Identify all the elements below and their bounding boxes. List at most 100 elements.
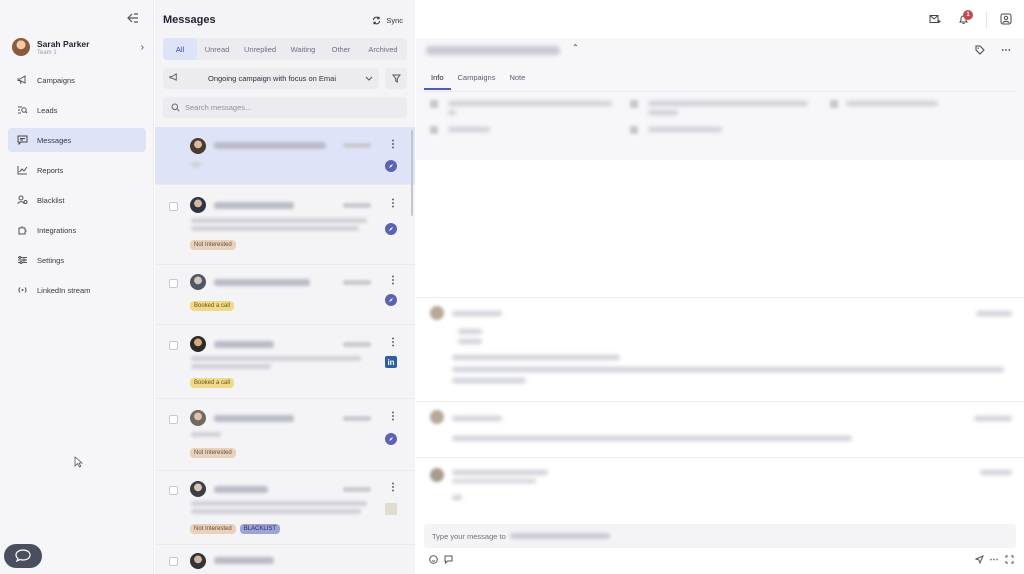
more-vertical-icon[interactable]: ⋮	[388, 139, 398, 150]
sender-name-redacted	[452, 470, 548, 475]
search-box	[163, 97, 407, 118]
emoji-icon[interactable]	[428, 554, 438, 564]
filter-all[interactable]: All	[163, 38, 197, 60]
divider	[986, 12, 987, 28]
compass-icon	[385, 160, 397, 172]
sender-email-redacted	[452, 479, 536, 483]
message-preview-redacted	[191, 364, 271, 369]
user-account-icon[interactable]	[999, 12, 1013, 26]
message-date-redacted	[343, 280, 371, 285]
sidebar-item-settings[interactable]: Settings	[8, 248, 146, 272]
avatar	[12, 38, 30, 56]
conversation-row[interactable]: ⋮ Not Interested BLACKLIST	[155, 471, 415, 545]
sidebar-item-label: Reports	[37, 165, 64, 175]
row-checkbox[interactable]	[169, 202, 178, 211]
collapse-sidebar-icon[interactable]	[126, 12, 140, 26]
message-composer[interactable]: Type your message to	[424, 524, 1016, 548]
sidebar-item-campaigns[interactable]: Campaigns	[8, 68, 146, 92]
more-vertical-icon[interactable]: ⋮	[388, 411, 398, 422]
list-scrollbar[interactable]	[411, 130, 413, 216]
tab-info[interactable]: Info	[424, 70, 451, 90]
sidebar-item-label: Integrations	[37, 225, 77, 235]
more-vertical-icon[interactable]: ⋮	[388, 337, 398, 348]
filter-archived[interactable]: Archived	[359, 38, 407, 60]
tab-note[interactable]: Note	[502, 70, 532, 90]
status-badge-not-interested: Not Interested	[190, 448, 236, 458]
message-date-redacted	[343, 487, 371, 492]
profile-menu[interactable]: Sarah Parker Team 1 ›	[12, 36, 144, 58]
row-checkbox[interactable]	[169, 279, 178, 288]
contact-avatar	[190, 274, 206, 290]
more-horizontal-icon[interactable]: ⋯	[1000, 44, 1012, 56]
row-checkbox[interactable]	[169, 486, 178, 495]
conversation-row[interactable]: ⋮	[155, 127, 415, 185]
chat-icon	[16, 134, 28, 146]
sidebar-item-reports[interactable]: Reports	[8, 158, 146, 182]
message-date-redacted	[343, 203, 371, 208]
sidebar-item-integrations[interactable]: Integrations	[8, 218, 146, 242]
row-checkbox[interactable]	[169, 557, 178, 566]
puzzle-icon	[16, 224, 28, 236]
conversation-row[interactable]	[155, 545, 415, 574]
message-preview-redacted	[191, 356, 361, 361]
sender-avatar	[430, 468, 444, 482]
filter-other[interactable]: Other	[323, 38, 359, 60]
broadcast-icon	[16, 284, 28, 296]
tag-icon[interactable]	[974, 44, 986, 56]
sidebar-item-blacklist[interactable]: Blacklist	[8, 188, 146, 212]
sender-avatar	[430, 410, 444, 424]
search-input[interactable]	[185, 103, 385, 112]
sidebar-item-linkedin-stream[interactable]: LinkedIn stream	[8, 278, 146, 302]
linkedin-url-redacted	[448, 110, 456, 115]
conversation-row[interactable]: ⋮ Not Interested	[155, 399, 415, 471]
conversation-row[interactable]: ⋮ Booked a call	[155, 265, 415, 325]
expand-icon[interactable]	[1004, 554, 1014, 564]
status-badge-booked-call: Booked a call	[190, 301, 235, 311]
send-icon[interactable]	[974, 554, 984, 564]
more-horizontal-icon[interactable]: ⋯	[989, 554, 999, 564]
messages-list-pane: Messages Sync All Unread Unreplied Waiti…	[155, 0, 415, 574]
notification-count: 1	[963, 10, 973, 20]
support-chat-button[interactable]	[4, 544, 42, 568]
chevron-up-icon[interactable]: ⌃	[572, 43, 579, 52]
message-body-redacted	[452, 495, 462, 500]
recipient-name-redacted	[509, 533, 610, 539]
mail-add-icon[interactable]	[928, 12, 942, 26]
sender-name-redacted	[452, 311, 502, 316]
message-item	[416, 401, 1024, 457]
sidebar-item-messages[interactable]: Messages	[8, 128, 146, 152]
row-checkbox[interactable]	[169, 341, 178, 350]
linkedin-icon: in	[385, 356, 397, 368]
template-icon[interactable]	[443, 554, 453, 564]
more-vertical-icon[interactable]: ⋮	[388, 275, 398, 286]
sync-button[interactable]: Sync	[372, 16, 403, 25]
message-time-redacted	[974, 416, 1012, 421]
tab-campaigns[interactable]: Campaigns	[451, 70, 503, 90]
filter-button[interactable]	[385, 68, 407, 89]
message-filter-tabs: All Unread Unreplied Waiting Other Archi…	[163, 38, 407, 60]
contact-avatar	[190, 481, 206, 497]
linkedin-url-redacted	[448, 101, 612, 106]
message-item	[416, 457, 1024, 517]
chart-icon	[16, 164, 28, 176]
filter-unreplied[interactable]: Unreplied	[237, 38, 283, 60]
conversation-row[interactable]: ⋮ in Booked a call	[155, 325, 415, 399]
sidebar: Sarah Parker Team 1 › Campaigns Leads Me…	[0, 0, 154, 574]
row-checkbox[interactable]	[169, 143, 178, 152]
status-badge-not-interested: Not Interested	[190, 524, 236, 534]
sidebar-item-leads[interactable]: Leads	[8, 98, 146, 122]
job-title-redacted	[648, 101, 808, 106]
sidebar-nav: Campaigns Leads Messages Reports Blackli…	[8, 68, 146, 308]
more-vertical-icon[interactable]: ⋮	[388, 198, 398, 209]
linkedin-field-icon	[430, 100, 438, 108]
row-checkbox[interactable]	[169, 415, 178, 424]
filter-waiting[interactable]: Waiting	[283, 38, 323, 60]
more-vertical-icon[interactable]: ⋮	[388, 482, 398, 493]
message-date-redacted	[343, 342, 371, 347]
campaign-dropdown-value: Ongoing campaign with focus on Emai	[208, 74, 336, 83]
conversation-row[interactable]: ⋮ Not Interested	[155, 185, 415, 265]
filter-unread[interactable]: Unread	[197, 38, 237, 60]
status-badge-booked-call: Booked a call	[190, 378, 235, 388]
sidebar-item-label: Blacklist	[37, 195, 65, 205]
campaign-dropdown[interactable]: Ongoing campaign with focus on Emai	[163, 68, 379, 89]
